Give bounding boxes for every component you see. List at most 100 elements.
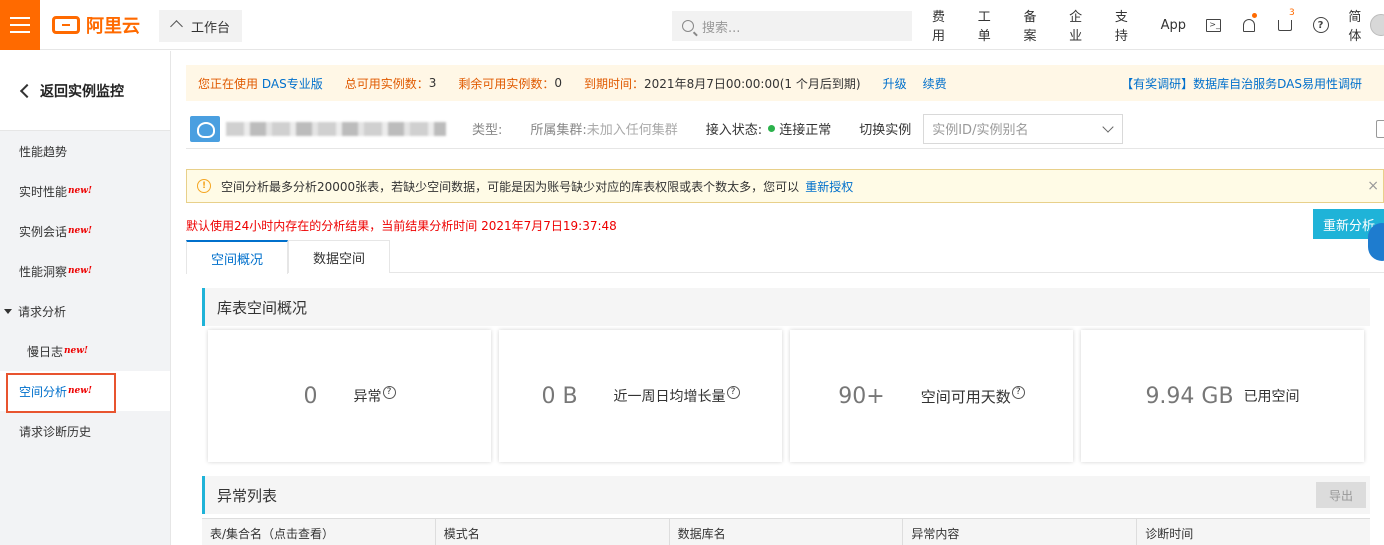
sidebar-item-label: 性能洞察 — [19, 264, 68, 279]
help-button[interactable]: ? — [1303, 0, 1339, 50]
side-panel-icon[interactable] — [1376, 119, 1384, 138]
highlight-box — [6, 373, 116, 413]
top-nav: 费用 工单 备案 企业 支持 App >_ 3 ? 简体 — [922, 0, 1384, 50]
card-value: 9.94 GB — [1145, 383, 1234, 409]
sidebar-item-label: 请求诊断历史 — [19, 424, 92, 439]
total-label: 总可用实例数： — [344, 76, 429, 91]
card-used-space: 9.94 GB 已用空间 — [1081, 330, 1364, 462]
instance-select[interactable]: 实例ID/实例别名 — [923, 113, 1124, 144]
help-icon: ? — [1312, 17, 1329, 33]
card-weekly-growth: 0 B 近一周日均增长量? — [499, 330, 782, 462]
workbench-button[interactable]: 工作台 — [159, 10, 242, 42]
status-value: 连接正常 — [779, 123, 832, 138]
sidebar-item-label: 实时性能 — [19, 184, 68, 199]
search-placeholder: 搜索... — [702, 20, 741, 36]
instance-id-redacted — [226, 121, 446, 136]
search-icon — [682, 20, 694, 32]
overview-title: 库表空间概况 — [217, 298, 308, 317]
top-bar: 阿里云 工作台 搜索... 费用 工单 备案 企业 支持 App >_ 3 ? … — [0, 0, 1384, 50]
sidebar-item-label: 慢日志 — [27, 344, 64, 359]
bell-icon — [1243, 18, 1256, 32]
nav-enterprise[interactable]: 企业 — [1059, 6, 1105, 44]
type-label: 类型: — [472, 123, 503, 138]
survey-link[interactable]: 【有奖调研】数据库自治服务DAS易用性调研 — [1121, 75, 1362, 92]
chevron-down-icon — [1102, 120, 1114, 133]
nav-app[interactable]: App — [1151, 18, 1196, 33]
anomaly-table-header: 表/集合名（点击查看） 模式名 数据库名 异常内容 诊断时间 — [202, 518, 1370, 545]
expire-label: 到期时间： — [584, 76, 645, 91]
tab-space-overview[interactable]: 空间概况 — [186, 240, 289, 274]
logo-text: 阿里云 — [86, 16, 140, 37]
anomaly-section-title: 异常列表 — [202, 476, 1370, 514]
nav-tickets[interactable]: 工单 — [968, 6, 1014, 44]
analysis-result-note: 默认使用24小时内存在的分析结果，当前结果分析时间 2021年7月7日19:37… — [186, 219, 617, 233]
sidebar-item-space-analysis[interactable]: 空间分析 new! — [0, 371, 170, 413]
notice-using-prefix: 您正在使用 — [198, 76, 259, 91]
column-header: 异常内容 — [903, 519, 1138, 545]
new-badge: new! — [64, 346, 88, 356]
workbench-label: 工作台 — [191, 20, 231, 36]
tab-bar: 空间概况 数据空间 — [186, 240, 1384, 274]
column-header: 诊断时间 — [1145, 527, 1194, 541]
nav-icp[interactable]: 备案 — [1013, 6, 1059, 44]
instance-info-row: 类型: 所属集群: 未加入任何集群 接入状态: 连接正常 切换实例 实例ID/实… — [186, 109, 1384, 149]
new-badge: new! — [68, 226, 92, 236]
warning-text: 空间分析最多分析20000张表，若缺少空间数据，可能是因为账号缺少对应的库表权限… — [221, 179, 800, 194]
help-icon[interactable]: ? — [1011, 385, 1025, 399]
cart-badge: 3 — [1289, 8, 1295, 18]
anomaly-title: 异常列表 — [217, 486, 278, 505]
card-label: 近一周日均增长量 — [613, 389, 726, 405]
tab-data-space[interactable]: 数据空间 — [288, 240, 391, 273]
reauthorize-link[interactable]: 重新授权 — [805, 178, 853, 195]
sidebar-item-instance-sessions[interactable]: 实例会话 new! — [0, 211, 170, 251]
aliyun-logo[interactable]: 阿里云 — [52, 14, 140, 37]
help-icon[interactable]: ? — [726, 386, 740, 399]
sidebar-item-request-diagnosis-history[interactable]: 请求诊断历史 — [0, 411, 170, 451]
main-content: 您正在使用 DAS专业版 总可用实例数： 3 剩余可用实例数： 0 到期时间： … — [172, 51, 1384, 545]
remaining-value: 0 — [554, 76, 563, 90]
card-value: 0 B — [541, 383, 578, 409]
back-label: 返回实例监控 — [40, 83, 124, 100]
column-header: 模式名 — [436, 519, 670, 545]
overview-cards: 0 异常? 0 B 近一周日均增长量? 90+ 空间可用天数? 9.94 GB … — [208, 330, 1368, 462]
sidebar-item-performance-trend[interactable]: 性能趋势 — [0, 131, 170, 171]
sidebar-group-request-analysis[interactable]: 请求分析 — [0, 291, 170, 331]
card-available-days: 90+ 空间可用天数? — [790, 330, 1073, 462]
export-button[interactable]: 导出 — [1316, 482, 1366, 508]
cluster-label: 所属集群: — [530, 123, 587, 138]
sidebar-item-performance-insight[interactable]: 性能洞察 new! — [0, 251, 170, 291]
renew-link[interactable]: 续费 — [923, 75, 947, 92]
sidebar-item-label: 性能趋势 — [19, 144, 68, 159]
new-badge: new! — [68, 186, 92, 196]
search-input[interactable]: 搜索... — [672, 11, 912, 41]
cart-icon — [1277, 19, 1292, 31]
notification-dot — [1252, 13, 1258, 18]
back-to-instance-monitor[interactable]: 返回实例监控 — [0, 51, 170, 131]
card-label: 空间可用天数 — [920, 387, 1011, 406]
cart-button[interactable]: 3 — [1267, 0, 1303, 50]
sidebar-item-realtime-performance[interactable]: 实时性能 new! — [0, 171, 170, 211]
warning-icon: ! — [197, 179, 211, 193]
sidebar-item-slow-log[interactable]: 慢日志 new! — [0, 331, 170, 371]
chevron-left-icon — [19, 83, 35, 98]
card-anomalies: 0 异常? — [208, 330, 491, 462]
terminal-icon: >_ — [1206, 18, 1222, 32]
upgrade-link[interactable]: 升级 — [883, 75, 907, 92]
warning-bar: ! 空间分析最多分析20000张表，若缺少空间数据，可能是因为账号缺少对应的库表… — [186, 169, 1384, 203]
sidebar-group-label: 请求分析 — [18, 304, 67, 319]
menu-icon[interactable] — [0, 0, 40, 50]
terminal-button[interactable]: >_ — [1196, 0, 1232, 50]
edition-link[interactable]: DAS专业版 — [262, 75, 323, 92]
close-icon[interactable]: × — [1367, 178, 1379, 194]
card-value: 0 — [303, 383, 318, 409]
nav-fees[interactable]: 费用 — [922, 6, 968, 44]
column-header[interactable]: 表/集合名（点击查看） — [202, 519, 436, 545]
card-label: 异常 — [353, 389, 382, 405]
sidebar-item-label: 实例会话 — [19, 224, 68, 239]
nav-support[interactable]: 支持 — [1105, 6, 1151, 44]
logo-mark-icon — [52, 16, 80, 34]
total-value: 3 — [428, 76, 437, 90]
help-icon[interactable]: ? — [382, 386, 396, 399]
sidebar: 返回实例监控 性能趋势 实时性能 new! 实例会话 new! 性能洞察 new! 请… — [0, 51, 171, 545]
notification-button[interactable] — [1232, 0, 1268, 50]
